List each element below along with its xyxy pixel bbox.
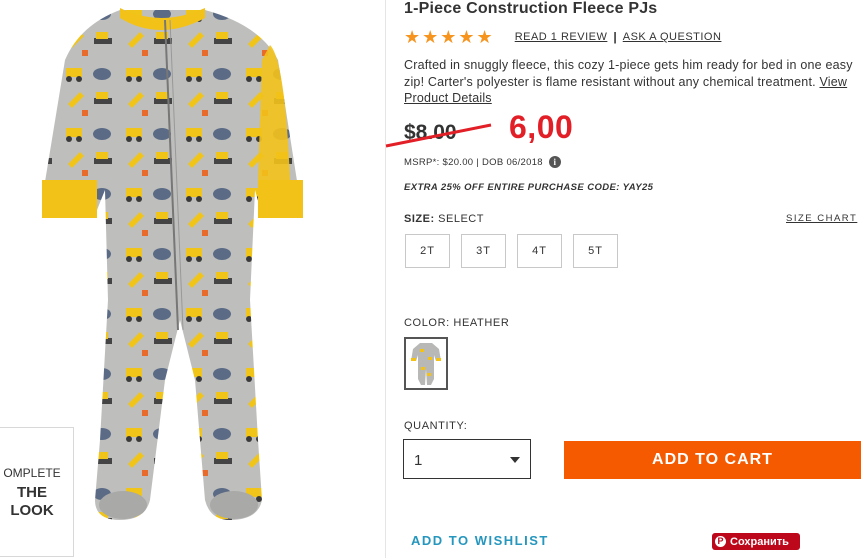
promo-code-text: EXTRA 25% OFF ENTIRE PURCHASE CODE: YAY2…: [404, 182, 654, 193]
size-label: SIZE: SELECT: [404, 213, 484, 225]
size-option-2t[interactable]: 2T: [405, 234, 450, 268]
complete-the-look-button[interactable]: OMPLETE THE LOOK: [0, 427, 74, 557]
color-label: COLOR: HEATHER: [404, 317, 510, 329]
product-title: 1-Piece Construction Fleece PJs: [404, 0, 658, 17]
complete-look-line1: OMPLETE: [3, 466, 61, 480]
price-strike-line: [385, 123, 492, 148]
size-option-4t[interactable]: 4T: [517, 234, 562, 268]
read-reviews-link[interactable]: READ 1 REVIEW: [515, 31, 608, 43]
chevron-down-icon: [510, 457, 520, 463]
panel-divider: [385, 0, 386, 558]
quantity-select[interactable]: 1: [403, 439, 531, 479]
msrp-text: MSRP*: $20.00 | DOB 06/2018: [404, 156, 543, 168]
size-label-value: SELECT: [434, 213, 484, 225]
msrp-row: MSRP*: $20.00 | DOB 06/2018 i: [404, 156, 561, 168]
pajama-swatch-icon: [406, 339, 446, 388]
quantity-value: 1: [414, 452, 423, 469]
complete-look-line3: LOOK: [10, 502, 54, 519]
info-icon[interactable]: i: [548, 156, 561, 168]
quantity-label: QUANTITY:: [404, 420, 468, 432]
product-description: Crafted in snuggly fleece, this cozy 1-p…: [404, 57, 864, 107]
complete-look-line2: THE: [17, 484, 47, 501]
size-chart-link[interactable]: SIZE CHART: [786, 213, 857, 224]
pinterest-icon: P: [715, 536, 726, 547]
ask-question-link[interactable]: ASK A QUESTION: [623, 31, 722, 43]
size-option-3t[interactable]: 3T: [461, 234, 506, 268]
add-to-cart-button[interactable]: ADD TO CART: [564, 441, 861, 479]
pinterest-save-button[interactable]: P Сохранить: [712, 533, 800, 550]
size-option-5t[interactable]: 5T: [573, 234, 618, 268]
size-label-prefix: SIZE:: [404, 213, 435, 225]
pinterest-save-label: Сохранить: [730, 535, 789, 548]
color-swatch-heather[interactable]: [404, 337, 448, 390]
add-to-wishlist-link[interactable]: ADD TO WISHLIST: [411, 533, 549, 548]
rating-separator: |: [613, 30, 617, 44]
sale-price: 6,00: [509, 109, 574, 145]
star-rating-icon: ★★★★★: [404, 26, 495, 47]
description-text: Crafted in snuggly fleece, this cozy 1-p…: [404, 58, 853, 89]
rating-row: ★★★★★ READ 1 REVIEW | ASK A QUESTION: [404, 27, 721, 47]
